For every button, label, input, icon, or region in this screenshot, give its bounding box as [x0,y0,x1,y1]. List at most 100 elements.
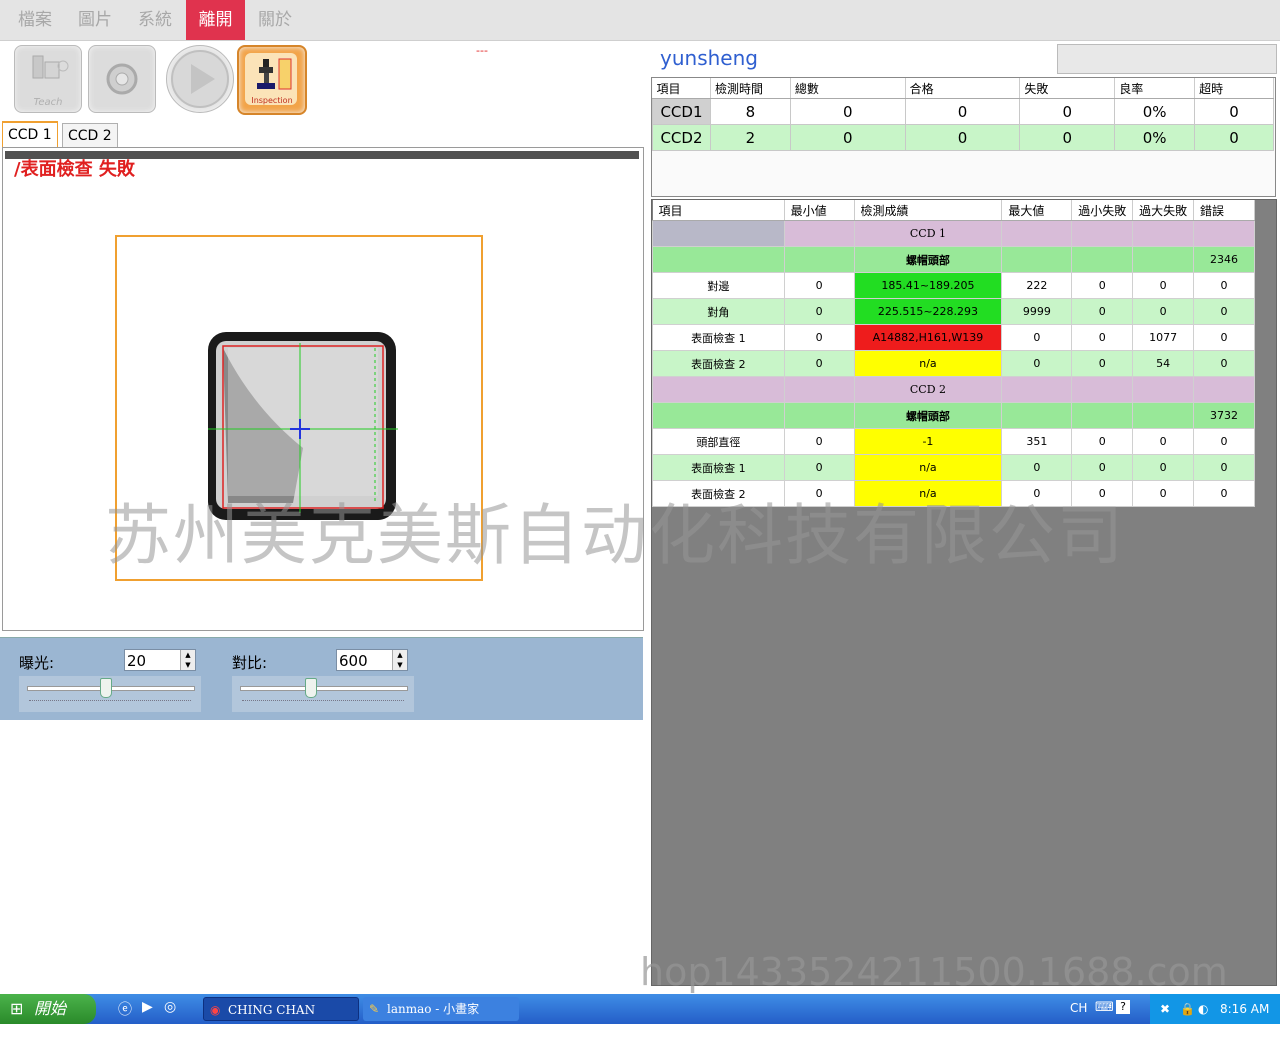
menu-about[interactable]: 關於 [248,0,302,40]
detail-cell: 0 [1071,298,1134,325]
detail-result-cell: A14882,H161,W139 [853,324,1003,351]
contrast-slider-thumb[interactable] [304,678,317,698]
exposure-ticks [29,700,191,705]
summary-cell: 0% [1114,124,1196,151]
detail-cell: 表面檢查 1 [652,454,785,481]
detail-cell: 0 [1132,272,1195,299]
summary-cell: 0 [904,124,1021,151]
summary-header: 項目 [652,78,711,99]
inspection-label: Inspection [251,96,293,105]
tab-ccd1[interactable]: CCD 1 [2,121,58,149]
detail-table: 項目 最小値 檢測成績 最大値 過小失敗 過大失敗 錯誤 CCD 1 螺帽頭部 … [652,200,1255,507]
exposure-value: 20 [127,652,147,670]
run-button[interactable] [166,45,234,113]
quick-launch-browser-icon[interactable]: ◎ [164,999,176,1015]
detail-header: 項目 [652,200,785,221]
contrast-value: 600 [339,652,368,670]
table-row[interactable]: CCD2 2 0 0 0 0% 0 [652,124,1274,151]
taskbar-item-app[interactable]: ◉ CHING CHAN MAC... [203,997,359,1041]
detail-cell: 0 [1193,480,1255,507]
spinner-arrows-icon[interactable]: ▲ ▼ [180,650,195,670]
camera-settings-panel: 曝光: 20 ▲ ▼ 對比: 600 ▲ ▼ [0,637,643,720]
detail-cell: 0 [1132,454,1195,481]
detail-header: 最小値 [784,200,855,221]
detail-cell: 0 [1001,324,1073,351]
summary-cell: 0 [789,124,906,151]
taskbar-item-paint[interactable]: ✎ lanmao - 小畫家 [363,997,519,1021]
network-icon[interactable]: ✖ [1160,994,1170,1024]
menu-system[interactable]: 系統 [128,0,182,40]
summary-cell: 0 [1019,124,1116,151]
tray-app-icon[interactable]: ◐ [1198,994,1208,1024]
summary-cell: 0% [1114,98,1196,125]
ccd2-part-errors: 3732 [1193,402,1255,429]
start-button[interactable]: ⊞ 開始 [0,994,96,1024]
app-icon: ◉ [210,1003,221,1017]
ccd1-title-row: CCD 1 [652,220,1255,247]
keyboard-icon[interactable]: ⌨ [1095,1000,1114,1015]
detail-cell: 0 [1071,454,1134,481]
detail-cell: 0 [1193,298,1255,325]
clock: 8:16 AM [1220,1002,1270,1016]
detail-cell: 對邊 [652,272,785,299]
detail-cell: 0 [783,428,855,455]
detail-result-cell: 225.515~228.293 [853,298,1003,325]
detail-cell: 0 [1001,454,1073,481]
quick-launch-media-icon[interactable]: ▶ [142,999,153,1015]
table-row[interactable]: 表面檢查 1 0 A14882,H161,W139 0 0 1077 0 [652,324,1255,351]
exposure-spinner[interactable]: 20 ▲ ▼ [124,649,196,671]
teach-button[interactable]: Teach [14,45,82,113]
ccd1-part-errors: 2346 [1193,246,1255,273]
settings-button[interactable] [88,45,156,113]
table-row[interactable]: 表面檢查 1 0 n/a 0 0 0 0 [652,454,1255,481]
detail-cell: 0 [1001,350,1073,377]
detail-cell: 對角 [652,298,785,325]
summary-header: 合格 [905,78,1021,99]
summary-table: 項目 檢測時間 總數 合格 失敗 良率 超時 CCD1 8 0 0 0 0% 0… [652,78,1274,151]
exposure-slider-thumb[interactable] [100,678,113,698]
ccd2-part-row: 螺帽頭部 3732 [652,402,1255,429]
security-icon[interactable]: 🔒 [1180,994,1195,1024]
windows-logo-icon: ⊞ [10,999,24,1018]
language-indicator[interactable]: CH [1070,1001,1087,1015]
summary-cell: 0 [1194,98,1274,125]
detail-cell: 0 [1193,324,1255,351]
taskbar [0,994,1280,1024]
contrast-slider[interactable] [232,676,414,712]
summary-cell: 8 [709,98,791,125]
inspection-button[interactable]: Inspection [237,45,307,115]
app-name: yunsheng [660,46,758,70]
system-tray: ✖ 🔒 ◐ 8:16 AM [1150,994,1280,1024]
table-row[interactable]: 表面檢查 2 0 n/a 0 0 54 0 [652,350,1255,377]
detail-cell: 0 [783,272,855,299]
table-row[interactable]: 對角 0 225.515~228.293 9999 0 0 0 [652,298,1255,325]
tab-ccd2[interactable]: CCD 2 [62,123,118,148]
table-row[interactable]: 對邊 0 185.41~189.205 222 0 0 0 [652,272,1255,299]
help-icon[interactable]: ? [1116,1000,1130,1014]
table-row[interactable]: 頭部直徑 0 -1 351 0 0 0 [652,428,1255,455]
spinner-arrows-icon[interactable]: ▲ ▼ [392,650,407,670]
detail-cell: 0 [1193,428,1255,455]
detail-cell: 0 [783,324,855,351]
contrast-spinner[interactable]: 600 ▲ ▼ [336,649,408,671]
menu-image[interactable]: 圖片 [68,0,122,40]
detail-cell: 54 [1132,350,1195,377]
quick-launch-ie-icon[interactable]: ⓔ [118,999,132,1019]
summary-header: 超時 [1194,78,1274,99]
menu-file[interactable]: 檔案 [8,0,62,40]
summary-header: 總數 [790,78,906,99]
detail-cell: 0 [783,298,855,325]
ccd2-part-name: 螺帽頭部 [853,402,1003,429]
menu-exit[interactable]: 離開 [186,0,245,40]
detail-cell: 1077 [1132,324,1195,351]
table-row[interactable]: CCD1 8 0 0 0 0% 0 [652,98,1274,125]
detail-cell: 頭部直徑 [652,428,785,455]
detail-cell: 351 [1001,428,1073,455]
taskbar-item-label: lanmao - 小畫家 [387,1002,480,1016]
summary-header: 良率 [1114,78,1196,99]
dash-marker: --- [476,44,488,57]
menu-bar: 檔案 圖片 系統 離開 關於 [0,0,1280,41]
detail-result-cell: n/a [853,454,1003,481]
detail-result-cell: n/a [853,350,1003,377]
exposure-slider[interactable] [19,676,201,712]
